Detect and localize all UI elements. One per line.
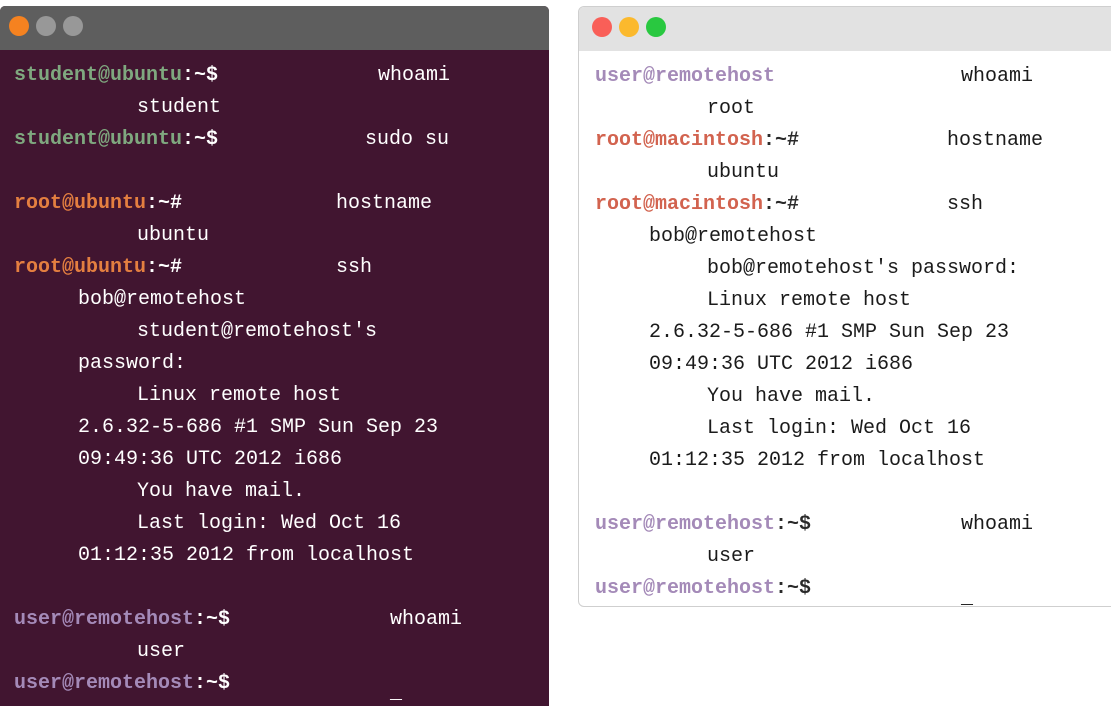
cursor: _ (390, 682, 403, 705)
output-line: 01:12:35 2012 from localhost (649, 449, 986, 472)
command-text: hostname (336, 192, 433, 215)
output-line: student@remotehost's (137, 320, 378, 343)
prompt-user: user@remotehost (595, 65, 776, 88)
output-line: 09:49:36 UTC 2012 i686 (649, 353, 914, 376)
command-continuation: bob@remotehost (78, 288, 247, 311)
prompt-user: root@ubuntu (14, 256, 147, 279)
terminal-output[interactable]: student@ubuntu :~$ whoami student studen… (0, 50, 549, 706)
output-line: bob@remotehost's password: (707, 257, 1020, 280)
prompt-path: :~$ (775, 513, 812, 536)
prompt-user: root@macintosh (595, 129, 764, 152)
prompt-path: :~# (146, 192, 183, 215)
prompt-path: :~$ (194, 672, 231, 695)
command-text: hostname (947, 129, 1044, 152)
output-line: Linux remote host (137, 384, 342, 407)
prompt-user: student@ubuntu (14, 128, 183, 151)
close-icon[interactable] (592, 17, 612, 37)
prompt-user: root@macintosh (595, 193, 764, 216)
command-text: whoami (390, 608, 463, 631)
maximize-icon[interactable] (646, 17, 666, 37)
output-line: Linux remote host (707, 289, 912, 312)
maximize-icon[interactable] (63, 16, 83, 36)
prompt-path: :~# (763, 193, 800, 216)
command-text: whoami (378, 64, 451, 87)
output-line: user (137, 640, 186, 663)
output-line: 09:49:36 UTC 2012 i686 (78, 448, 343, 471)
command-text: ssh (336, 256, 373, 279)
terminal-output[interactable]: user@remotehost whoami root root@macinto… (579, 51, 1111, 606)
command-text: ssh (947, 193, 984, 216)
output-line: ubuntu (707, 161, 780, 184)
prompt-user: student@ubuntu (14, 64, 183, 87)
prompt-path: :~$ (182, 64, 219, 87)
output-line: 2.6.32-5-686 #1 SMP Sun Sep 23 (649, 321, 1010, 344)
close-icon[interactable] (9, 16, 29, 36)
output-line: student (137, 96, 222, 119)
output-line: user (707, 545, 756, 568)
output-line: root (707, 97, 756, 120)
output-line: Last login: Wed Oct 16 (707, 417, 972, 440)
output-line: password: (78, 352, 187, 375)
cursor: _ (961, 587, 974, 607)
output-line: 01:12:35 2012 from localhost (78, 544, 415, 567)
terminal-titlebar[interactable] (0, 6, 549, 50)
prompt-path: :~$ (775, 577, 812, 600)
output-line: 2.6.32-5-686 #1 SMP Sun Sep 23 (78, 416, 439, 439)
prompt-path: :~$ (182, 128, 219, 151)
output-line: ubuntu (137, 224, 210, 247)
prompt-user: user@remotehost (14, 672, 195, 695)
prompt-path: :~$ (194, 608, 231, 631)
prompt-user: user@remotehost (595, 513, 776, 536)
prompt-user: root@ubuntu (14, 192, 147, 215)
terminal-titlebar[interactable] (579, 7, 1111, 51)
minimize-icon[interactable] (619, 17, 639, 37)
command-text: sudo su (365, 128, 450, 151)
macos-terminal-window[interactable]: user@remotehost whoami root root@macinto… (578, 6, 1111, 607)
prompt-path: :~# (763, 129, 800, 152)
output-line: You have mail. (707, 385, 876, 408)
ubuntu-terminal-window[interactable]: student@ubuntu :~$ whoami student studen… (0, 6, 549, 706)
command-continuation: bob@remotehost (649, 225, 818, 248)
prompt-user: user@remotehost (14, 608, 195, 631)
minimize-icon[interactable] (36, 16, 56, 36)
prompt-path: :~# (146, 256, 183, 279)
command-text: whoami (961, 65, 1034, 88)
prompt-user: user@remotehost (595, 577, 776, 600)
command-text: whoami (961, 513, 1034, 536)
output-line: Last login: Wed Oct 16 (137, 512, 402, 535)
output-line: You have mail. (137, 480, 306, 503)
